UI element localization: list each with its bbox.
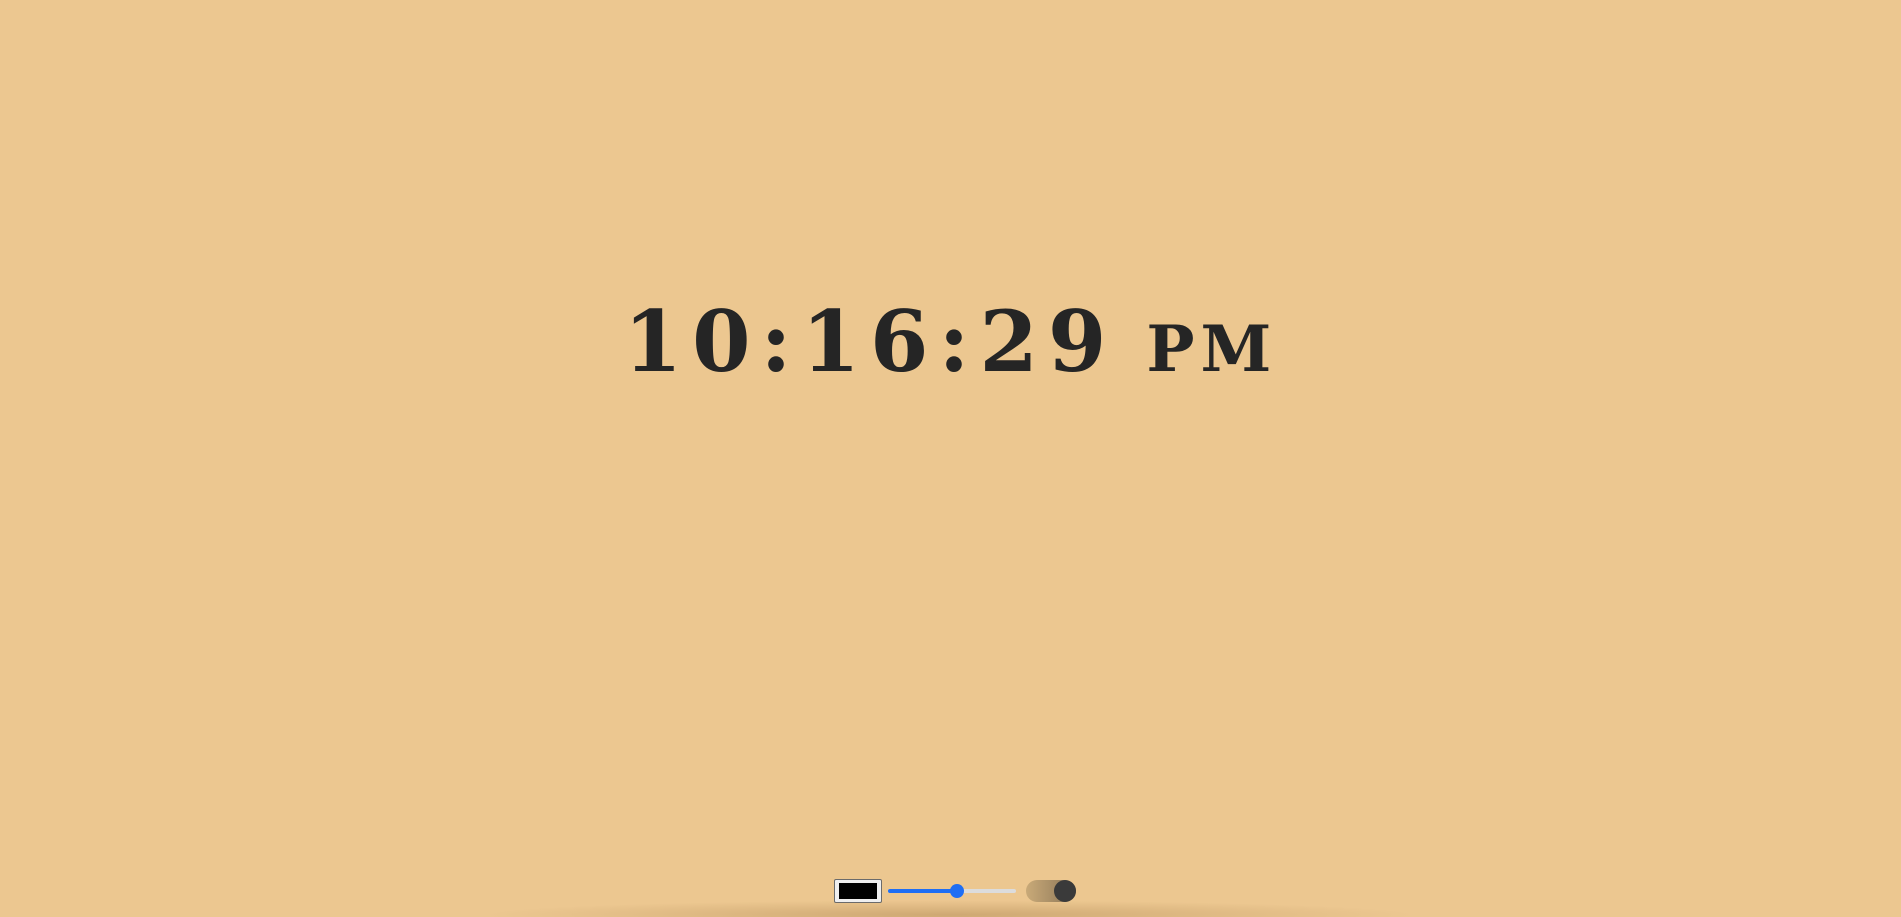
clock-ampm: PM — [1146, 312, 1278, 387]
control-bar — [834, 876, 1076, 906]
digital-clock: 10:16:29 PM — [0, 300, 1901, 384]
theme-toggle[interactable] — [1026, 880, 1076, 902]
color-swatch-icon — [839, 883, 877, 899]
slider-thumb[interactable] — [950, 884, 965, 898]
color-picker-button[interactable] — [834, 879, 882, 903]
clock-time: 10:16:29 — [623, 292, 1117, 391]
size-slider[interactable] — [888, 881, 1016, 901]
slider-fill — [888, 889, 958, 893]
toggle-knob — [1054, 880, 1076, 902]
clock-page: 10:16:29 PM — [0, 0, 1901, 917]
